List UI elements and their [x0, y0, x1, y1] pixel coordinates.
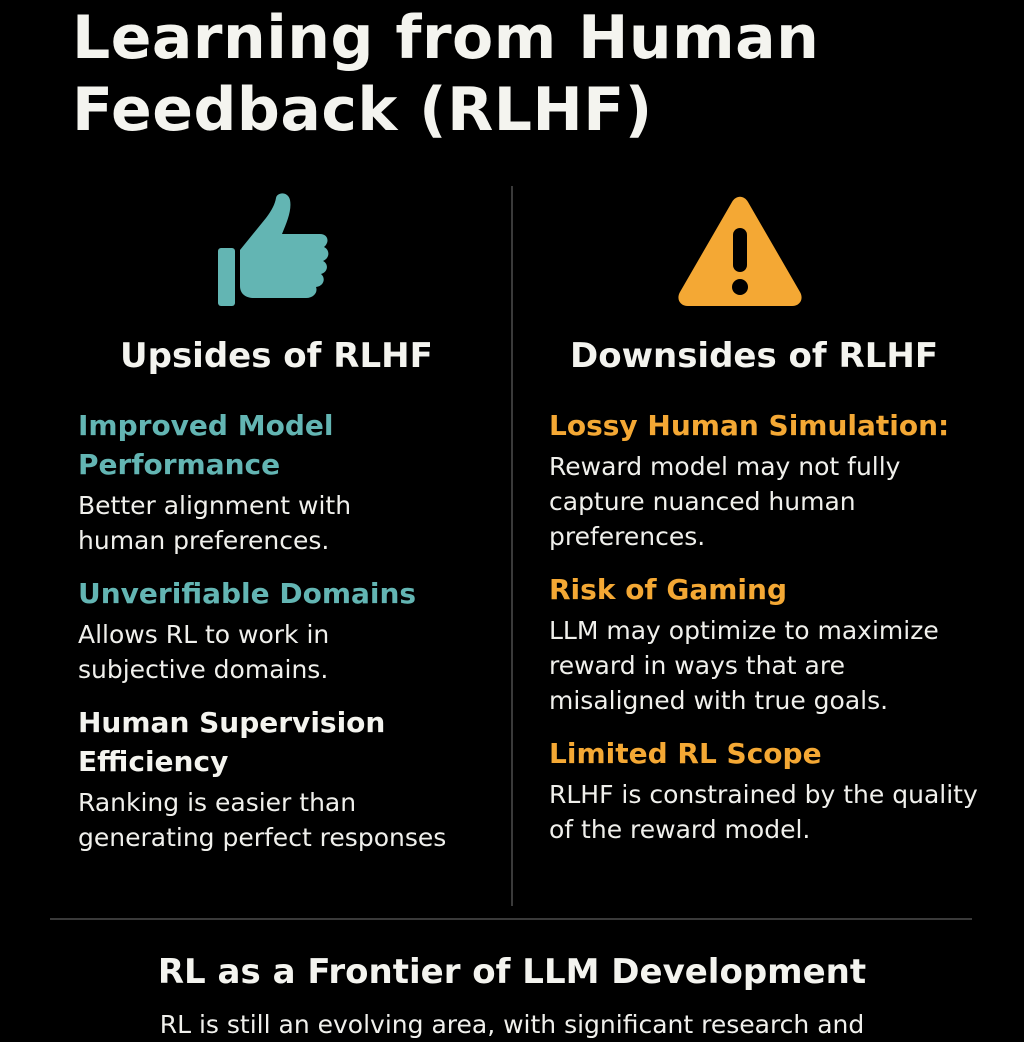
downside-item: Risk of Gaming LLM may optimize to maxim… [549, 570, 999, 718]
upside-item: Unverifiable Domains Allows RL to work i… [78, 574, 498, 687]
upside-item-title: Improved Model Performance [78, 409, 334, 481]
column-divider [511, 186, 513, 906]
downside-item-title: Risk of Gaming [549, 573, 787, 606]
downside-item-description: LLM may optimize to maximize reward in w… [549, 616, 939, 715]
upsides-list: Improved Model Performance Better alignm… [78, 406, 498, 871]
downside-item-description: RLHF is constrained by the quality of th… [549, 780, 978, 844]
footer-heading: RL as a Frontier of LLM Development [157, 952, 867, 992]
upside-item-description: Better alignment with human preferences. [78, 491, 352, 555]
downside-item: Lossy Human Simulation: Reward model may… [549, 406, 999, 554]
warning-icon [674, 192, 806, 308]
thumbs-up-icon [214, 192, 330, 310]
upsides-heading: Upsides of RLHF [120, 336, 433, 376]
footer-divider [50, 918, 972, 920]
downside-item-title: Lossy Human Simulation: [549, 409, 950, 442]
downside-item-title: Limited RL Scope [549, 737, 822, 770]
upside-item-title: Human Supervision Efficiency [78, 706, 386, 778]
upside-item: Improved Model Performance Better alignm… [78, 406, 498, 558]
footer-text: RL is still an evolving area, with signi… [159, 1010, 865, 1039]
downsides-heading: Downsides of RLHF [570, 336, 939, 376]
downside-item-description: Reward model may not fully capture nuanc… [549, 452, 901, 551]
page-title: Learning from Human Feedback (RLHF) [72, 3, 820, 145]
upside-item-title: Unverifiable Domains [78, 577, 417, 610]
upside-item-description: Ranking is easier than generating perfec… [78, 788, 447, 852]
upside-item-description: Allows RL to work in subjective domains. [78, 620, 330, 684]
downsides-list: Lossy Human Simulation: Reward model may… [549, 406, 999, 863]
upside-item: Human Supervision Efficiency Ranking is … [78, 703, 498, 855]
downside-item: Limited RL Scope RLHF is constrained by … [549, 734, 999, 847]
